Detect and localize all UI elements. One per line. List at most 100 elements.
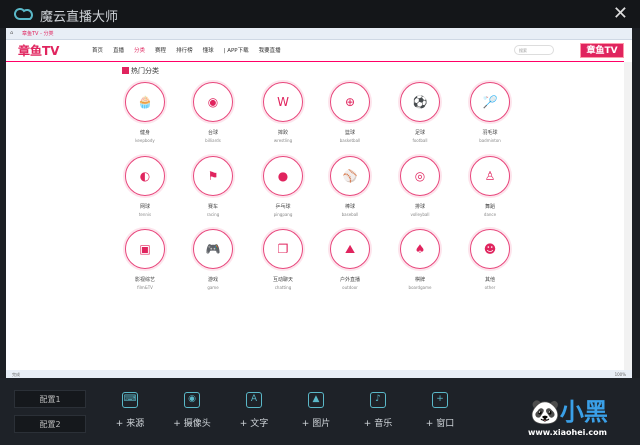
category-en-name: outdoor xyxy=(342,285,358,290)
category-racing[interactable]: ⚑ 赛车 racing xyxy=(183,156,243,217)
category-icon: 🎮 xyxy=(193,229,233,269)
category-tennis[interactable]: ◐ 网球 tennis xyxy=(115,156,175,217)
category-name: 足球 xyxy=(414,130,425,136)
watermark-logo: 🐼小黑 xyxy=(530,398,608,426)
category-icon: ♙ xyxy=(470,156,510,196)
category-boardgame[interactable]: ♠ 棋牌 boardgame xyxy=(390,229,450,290)
category-name: 排球 xyxy=(414,204,425,210)
category-badminton[interactable]: 🏸 羽毛球 badminton xyxy=(460,82,520,143)
category-wrestling[interactable]: W 摔跤 wrestling xyxy=(253,82,313,143)
category-keepbody[interactable]: 🧁 健身 keepbody xyxy=(115,82,175,143)
category-en-name: pingpang xyxy=(273,212,293,217)
home-icon[interactable]: ⌂ xyxy=(10,30,13,36)
category-icon: ⛰ xyxy=(330,229,370,269)
browser-view: ⌂ 章鱼TV - 分类 章鱼TV 首页 直播 分类 赛程 排行榜 懂球 | APP下载 我要直… xyxy=(6,28,632,378)
cloud-logo-icon xyxy=(14,8,33,20)
category-icon: ● xyxy=(263,156,303,196)
category-football[interactable]: ⚽ 足球 football xyxy=(390,82,450,143)
category-name: 羽毛球 xyxy=(482,130,498,136)
category-icon: 🧁 xyxy=(125,82,165,122)
site-logo[interactable]: 章鱼TV xyxy=(18,42,59,59)
add-source-button[interactable]: ▲ + 图片 xyxy=(286,392,346,429)
nav-item[interactable]: 直播 xyxy=(113,46,124,54)
add-source-button[interactable]: ◉ + 摄像头 xyxy=(162,392,222,429)
category-name: 网球 xyxy=(139,204,150,210)
add-source-button[interactable]: + + 窗口 xyxy=(410,392,470,429)
category-name: 互动聊天 xyxy=(272,277,293,283)
config-1-button[interactable]: 配置1 xyxy=(14,390,86,408)
category-icon: ❐ xyxy=(263,229,303,269)
category-en-name: football xyxy=(412,138,428,143)
tool-label: + 文字 xyxy=(239,419,269,429)
tool-label: + 摄像头 xyxy=(173,419,211,429)
tool-label: + 窗口 xyxy=(425,419,455,429)
site-nav: 首页 直播 分类 赛程 排行榜 懂球 | APP下载 我要直播 xyxy=(92,46,281,54)
category-baseball[interactable]: ⚾ 棒球 baseball xyxy=(320,156,380,217)
grid-icon xyxy=(122,67,129,74)
tool-icon: ⌨ xyxy=(122,392,138,408)
category-icon: ◎ xyxy=(400,156,440,196)
category-name: 户外直播 xyxy=(339,277,360,283)
category-en-name: keepbody xyxy=(135,138,155,143)
category-outdoor[interactable]: ⛰ 户外直播 outdoor xyxy=(320,229,380,290)
category-en-name: billiards xyxy=(205,138,221,143)
status-bar: 完成 100% xyxy=(6,370,632,378)
tool-icon: ◉ xyxy=(184,392,200,408)
category-other[interactable]: ☻ 其他 other xyxy=(460,229,520,290)
category-en-name: tennis xyxy=(138,212,152,217)
category-dance[interactable]: ♙ 舞蹈 dance xyxy=(460,156,520,217)
category-icon: ▣ xyxy=(125,229,165,269)
tool-icon: ♪ xyxy=(370,392,386,408)
nav-item[interactable]: 赛程 xyxy=(155,46,166,54)
tool-icon: + xyxy=(432,392,448,408)
add-source-button[interactable]: ⌨ + 来源 xyxy=(100,392,160,429)
category-icon: ⚽ xyxy=(400,82,440,122)
category-en-name: boardgame xyxy=(408,285,432,290)
nav-item[interactable]: | APP下载 xyxy=(224,46,249,54)
close-button[interactable]: ✕ xyxy=(613,3,628,24)
category-icon: W xyxy=(263,82,303,122)
category-en-name: dance xyxy=(483,212,497,217)
app-title: 魔云直播大师 xyxy=(40,10,119,25)
category-name: 舞蹈 xyxy=(484,204,495,210)
category-en-name: chatting xyxy=(274,285,292,290)
add-source-button[interactable]: ♪ + 音乐 xyxy=(348,392,408,429)
add-source-button[interactable]: A + 文字 xyxy=(224,392,284,429)
category-icon: ⊕ xyxy=(330,82,370,122)
watermark-url: www.xiaohei.com xyxy=(528,428,607,437)
category-name: 台球 xyxy=(207,130,218,136)
category-name: 棒球 xyxy=(344,204,355,210)
category-en-name: badminton xyxy=(479,138,501,143)
category-volleyball[interactable]: ◎ 排球 volleyball xyxy=(390,156,450,217)
category-billiards[interactable]: ◉ 台球 billiards xyxy=(183,82,243,143)
tool-icon: A xyxy=(246,392,262,408)
nav-item[interactable]: 排行榜 xyxy=(176,46,193,54)
category-name: 游戏 xyxy=(207,277,218,283)
nav-item[interactable]: 分类 xyxy=(134,46,145,54)
category-name: 摔跤 xyxy=(277,130,288,136)
category-film&TV[interactable]: ▣ 影视综艺 film&TV xyxy=(115,229,175,290)
browser-tab[interactable]: 章鱼TV - 分类 xyxy=(22,30,53,37)
category-en-name: basketball xyxy=(339,138,361,143)
nav-item[interactable]: 我要直播 xyxy=(259,46,281,54)
tool-label: + 图片 xyxy=(301,419,331,429)
category-en-name: game xyxy=(207,285,219,290)
category-icon: ⚑ xyxy=(193,156,233,196)
config-2-button[interactable]: 配置2 xyxy=(14,415,86,433)
brand-badge: 章鱼TV xyxy=(580,43,624,58)
category-icon: ◐ xyxy=(125,156,165,196)
nav-item[interactable]: 懂球 xyxy=(203,46,214,54)
search-input[interactable]: 搜索 xyxy=(514,45,554,55)
category-chatting[interactable]: ❐ 互动聊天 chatting xyxy=(253,229,313,290)
nav-item[interactable]: 首页 xyxy=(92,46,103,54)
scrollbar[interactable] xyxy=(624,62,632,370)
section-title: 热门分类 xyxy=(122,66,159,76)
category-basketball[interactable]: ⊕ 篮球 basketball xyxy=(320,82,380,143)
category-pingpang[interactable]: ● 乒乓球 pingpang xyxy=(253,156,313,217)
category-name: 篮球 xyxy=(344,130,355,136)
category-name: 棋牌 xyxy=(414,277,425,283)
category-icon: ♠ xyxy=(400,229,440,269)
category-game[interactable]: 🎮 游戏 game xyxy=(183,229,243,290)
category-en-name: volleyball xyxy=(410,212,430,217)
category-icon: 🏸 xyxy=(470,82,510,122)
